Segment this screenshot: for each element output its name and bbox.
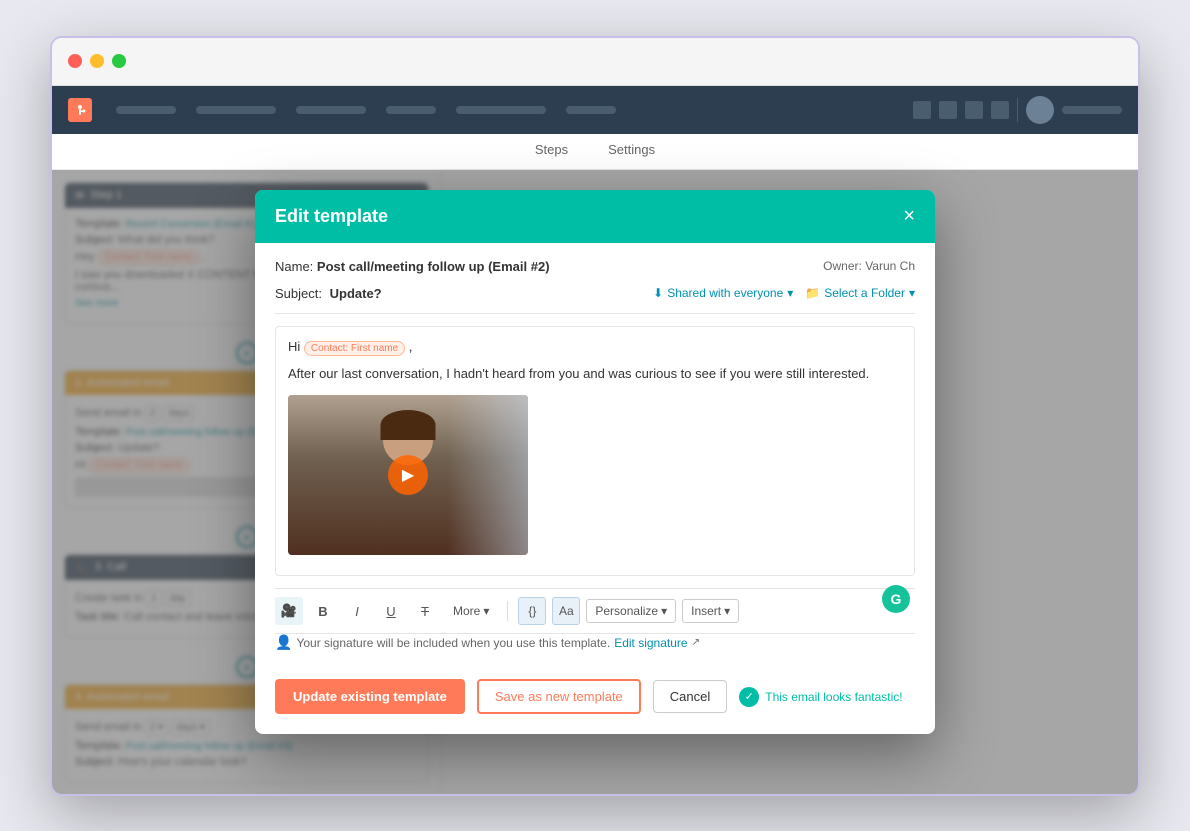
signature-notice: 👤 Your signature will be included when y… (275, 634, 915, 651)
nav-item-5[interactable] (456, 106, 546, 114)
play-video-button[interactable]: ▶ (388, 455, 428, 495)
nav-right-controls (913, 96, 1122, 124)
italic-button[interactable]: I (343, 597, 371, 625)
grid-view-2-icon[interactable] (939, 101, 957, 119)
subject-row: Subject: Update? ⬇ Shared with everyone … (275, 286, 915, 314)
modal-footer: Update existing template Save as new tem… (275, 667, 915, 718)
subject-controls: ⬇ Shared with everyone ▾ 📁 Select a Fold… (653, 286, 915, 300)
more-label: More (453, 604, 480, 618)
email-body-text: After our last conversation, I hadn't he… (288, 364, 902, 384)
insert-label: Insert (691, 604, 721, 618)
strikethrough-button[interactable]: T (411, 597, 439, 625)
editor-toolbar: 🎥 B I U T (275, 588, 915, 634)
tab-steps[interactable]: Steps (535, 142, 568, 161)
template-name-row: Name: Post call/meeting follow up (Email… (275, 259, 915, 274)
tab-settings[interactable]: Settings (608, 142, 655, 161)
modal-title: Edit template (275, 206, 388, 227)
modal-close-button[interactable]: × (903, 206, 915, 226)
hubspot-navbar (52, 86, 1138, 134)
nav-item-6[interactable] (566, 106, 616, 114)
subject-value-modal: Update? (330, 286, 382, 301)
personalize-label: Personalize (595, 604, 658, 618)
modal-overlay: Edit template × Name: Post call/meeting … (52, 170, 1138, 796)
more-button[interactable]: More ▾ (445, 600, 497, 622)
nav-item-4[interactable] (386, 106, 436, 114)
name-label: Name: (275, 259, 313, 274)
nav-item-3[interactable] (296, 106, 366, 114)
signature-text: Your signature will be included when you… (296, 636, 610, 650)
owner-value: Varun Ch (865, 259, 915, 273)
video-thumbnail[interactable]: ▶ (288, 395, 528, 555)
underline-icon: U (386, 604, 395, 619)
hubspot-logo-icon[interactable] (68, 98, 92, 122)
highlight-icon: {} (528, 604, 536, 618)
comma-greeting: , (409, 339, 413, 354)
close-window-button[interactable] (68, 54, 82, 68)
maximize-window-button[interactable] (112, 54, 126, 68)
cancel-button[interactable]: Cancel (653, 680, 727, 713)
nav-right-bar (1062, 106, 1122, 114)
highlight-button-2[interactable]: Aa (552, 597, 580, 625)
contact-first-name-token[interactable]: Contact: First name (304, 341, 405, 356)
save-new-template-button[interactable]: Save as new template (477, 679, 641, 714)
success-label: This email looks fantastic! (765, 690, 902, 704)
minimize-window-button[interactable] (90, 54, 104, 68)
modal-body: Name: Post call/meeting follow up (Email… (255, 243, 935, 735)
toolbar-separator (507, 601, 508, 621)
modal-header: Edit template × (255, 190, 935, 243)
text-format-icon: Aa (559, 604, 574, 618)
window-light (448, 395, 528, 555)
browser-titlebar (52, 38, 1138, 86)
edit-template-modal: Edit template × Name: Post call/meeting … (255, 190, 935, 735)
nav-divider (1017, 98, 1018, 122)
chevron-down-icon: ▾ (787, 286, 793, 300)
insert-chevron-icon: ▾ (724, 604, 730, 618)
video-icon: 🎥 (281, 603, 297, 619)
external-link-icon: ↗ (692, 637, 700, 648)
video-insert-button[interactable]: 🎥 (275, 597, 303, 625)
hair-shape (381, 410, 436, 440)
template-name-section: Name: Post call/meeting follow up (Email… (275, 259, 550, 274)
sub-navigation: Steps Settings (52, 134, 1138, 170)
owner-label: Owner: (823, 259, 862, 273)
subject-label-modal: Subject: (275, 286, 322, 301)
subject-section: Subject: Update? (275, 286, 382, 301)
grid-view-4-icon[interactable] (991, 101, 1009, 119)
select-folder-button[interactable]: 📁 Select a Folder ▾ (805, 286, 915, 300)
italic-icon: I (355, 604, 359, 619)
success-check-icon: ✓ (739, 687, 759, 707)
edit-signature-link[interactable]: Edit signature (614, 636, 687, 650)
content-area: ✉ Step 1 Template: Recent Conversion (Em… (52, 170, 1138, 796)
personalize-button[interactable]: Personalize ▾ (586, 599, 676, 623)
highlight-button-1[interactable]: {} (518, 597, 546, 625)
email-greeting: Hi Contact: First name , (288, 339, 902, 356)
email-body-editor[interactable]: Hi Contact: First name , After our last … (275, 326, 915, 577)
name-value: Post call/meeting follow up (Email #2) (317, 259, 550, 274)
nav-item-2[interactable] (196, 106, 276, 114)
shared-label: Shared with everyone (667, 286, 783, 300)
update-existing-template-button[interactable]: Update existing template (275, 679, 465, 714)
chevron-down-icon-2: ▾ (909, 286, 915, 300)
strikethrough-icon: T (421, 604, 429, 619)
shared-with-everyone-button[interactable]: ⬇ Shared with everyone ▾ (653, 286, 793, 300)
nav-item-1[interactable] (116, 106, 176, 114)
grid-view-icon[interactable] (913, 101, 931, 119)
owner-section: Owner: Varun Ch (823, 259, 915, 273)
download-icon: ⬇ (653, 286, 663, 300)
folder-icon: 📁 (805, 286, 820, 300)
user-avatar[interactable] (1026, 96, 1054, 124)
grammarly-icon[interactable]: G (882, 585, 910, 613)
more-chevron-icon: ▾ (483, 604, 489, 618)
success-badge: ✓ This email looks fantastic! (739, 687, 902, 707)
nav-items (116, 106, 889, 114)
person-icon: 👤 (275, 634, 292, 651)
bold-icon: B (318, 604, 327, 619)
underline-button[interactable]: U (377, 597, 405, 625)
personalize-chevron-icon: ▾ (661, 604, 667, 618)
grid-view-3-icon[interactable] (965, 101, 983, 119)
folder-label: Select a Folder (824, 286, 905, 300)
bold-button[interactable]: B (309, 597, 337, 625)
insert-button[interactable]: Insert ▾ (682, 599, 739, 623)
greeting-word: Hi (288, 339, 300, 354)
